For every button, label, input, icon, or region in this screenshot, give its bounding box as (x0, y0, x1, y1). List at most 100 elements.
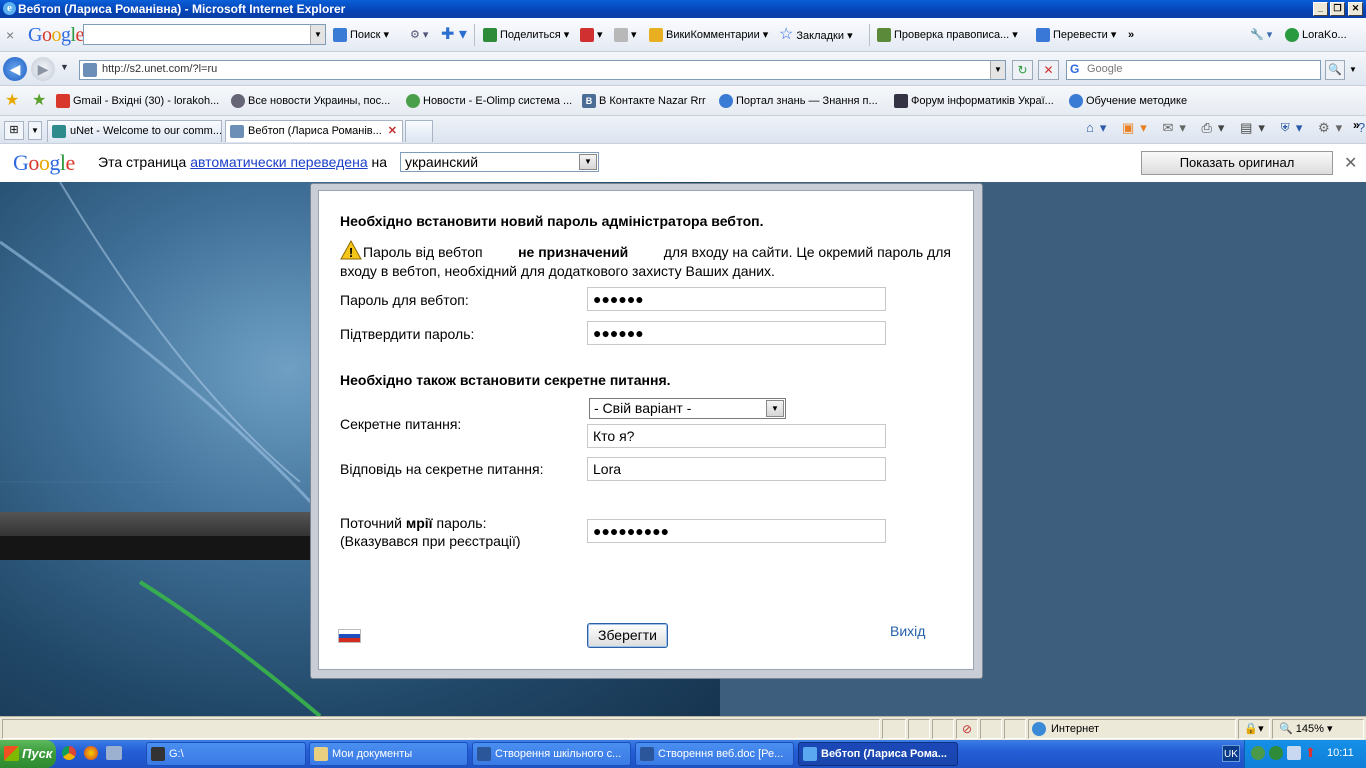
folder-icon (314, 747, 328, 761)
translate-link[interactable]: автоматически переведена (190, 154, 367, 170)
quick-tabs-icon[interactable]: ⊞ (4, 121, 24, 140)
word-icon (477, 747, 491, 761)
system-tray: ⬆ 10:11 (1244, 740, 1366, 768)
mail-icon[interactable]: ✉▾ (1162, 120, 1191, 135)
popup-blocker-icon[interactable]: ▾ (580, 18, 603, 52)
refresh-button[interactable]: ↻ (1012, 60, 1033, 80)
confirm-password-input[interactable]: ●●●●●● (587, 321, 886, 345)
status-bar: ⊘ Интернет 🔒▾ 🔍 145% ▾ (0, 716, 1366, 740)
answer-input[interactable]: Lora (587, 457, 886, 481)
answer-label: Відповідь на секретне питання: (340, 461, 544, 477)
page-menu-icon[interactable]: ▤▾ (1240, 120, 1271, 135)
fav-eolimp[interactable]: Новости - E-Olimp система ... (406, 86, 572, 116)
minimize-button[interactable]: _ (1313, 2, 1328, 16)
add-favorite-icon[interactable]: ★ (32, 86, 46, 116)
feeds-icon[interactable]: ▣▾ (1122, 120, 1153, 135)
fav-vkontakte[interactable]: BВ Контакте Nazar Rrr (582, 86, 706, 116)
tray-icon[interactable] (1269, 746, 1283, 760)
start-button[interactable]: Пуск (0, 740, 56, 768)
spellcheck-button[interactable]: Проверка правописа... ▾ (877, 18, 1018, 52)
chevron-more-icon[interactable]: » (1128, 18, 1134, 52)
russian-flag-icon[interactable] (338, 629, 361, 643)
fav-forum[interactable]: Форум інформатиків Украї... (894, 86, 1054, 116)
fav-portal[interactable]: Портал знань — Знання п... (719, 86, 878, 116)
maximize-button[interactable]: ❐ (1330, 2, 1345, 16)
google-search-input[interactable]: ▼ (83, 24, 326, 45)
back-button[interactable]: ◀ (3, 57, 27, 81)
zoom-control[interactable]: 🔍 145% ▾ (1272, 719, 1364, 739)
apps-icon[interactable]: ⚙ ▾ (410, 18, 428, 52)
search-options-icon[interactable]: ▼ (1349, 65, 1357, 74)
translate-button[interactable]: Перевести ▾ (1036, 18, 1116, 52)
show-original-button[interactable]: Показать оригинал (1141, 151, 1333, 175)
chrome-icon[interactable] (62, 746, 76, 760)
wrench-icon[interactable]: 🔧 ▾ (1250, 18, 1272, 52)
language-indicator[interactable]: UK (1222, 745, 1240, 762)
task-webtop[interactable]: Вебтоп (Лариса Рома... (798, 742, 958, 766)
close-toolbar-icon[interactable]: × (6, 18, 14, 52)
fav-gmail[interactable]: Gmail - Вхідні (30) - lorakoh... (56, 86, 219, 116)
task-drive-g[interactable]: G:\ (146, 742, 306, 766)
confirm-password-label: Підтвердити пароль: (340, 326, 475, 342)
safety-icon[interactable]: ⛨▾ (1281, 120, 1309, 135)
status-cell (882, 719, 906, 739)
address-input[interactable]: http://s2.unet.com/?l=ru ▼ (79, 60, 1006, 80)
address-dropdown-icon[interactable]: ▼ (990, 61, 1005, 79)
save-button[interactable]: Зберегти (587, 623, 668, 648)
plus-icon[interactable]: ✚ ▾ (441, 18, 467, 52)
tray-icon[interactable] (1251, 746, 1265, 760)
quicklaunch-icon[interactable] (84, 746, 98, 760)
secret-question-select[interactable]: - Свій варіант - ▼ (589, 398, 786, 419)
task-word-doc-1[interactable]: Створення шкільного с... (472, 742, 631, 766)
monitor-icon (894, 94, 908, 109)
stop-button[interactable]: ✕ (1038, 60, 1059, 80)
tray-arrow-icon[interactable]: ⬆ (1305, 745, 1316, 761)
navigation-bar: ◀ ▶ ▼ http://s2.unet.com/?l=ru ▼ ↻ ✕ G G… (0, 52, 1366, 86)
note-line-1: Пароль від вебтоп не призначений для вхо… (363, 244, 951, 260)
print-icon[interactable]: ⎙▾ (1202, 120, 1231, 135)
password-input[interactable]: ●●●●●● (587, 287, 886, 311)
close-icon[interactable]: ✕ (1344, 153, 1357, 173)
current-password-input[interactable]: ●●●●●●●●● (587, 519, 886, 543)
status-text (2, 719, 880, 739)
search-box[interactable]: G Google (1066, 60, 1321, 80)
new-tab-button[interactable] (405, 120, 433, 142)
fav-news-ukraine[interactable]: Все новости Украины, пос... (231, 86, 390, 116)
task-word-doc-2[interactable]: Створення веб.doc [Ре... (635, 742, 794, 766)
tab-list-icon[interactable]: ▼ (28, 121, 42, 140)
language-select[interactable]: украинский ▼ (400, 152, 599, 172)
google-search-button[interactable]: Поиск ▾ (333, 18, 389, 52)
tools-icon[interactable]: ⚙▾ (1318, 120, 1348, 135)
favorites-star-icon[interactable]: ★ (5, 86, 19, 116)
tab-close-icon[interactable]: ✕ (388, 121, 397, 141)
favorites-bar: ★ ★ Gmail - Вхідні (30) - lorakoh... Все… (0, 86, 1366, 116)
search-placeholder: Google (1087, 63, 1123, 75)
task-my-documents[interactable]: Мои документы (309, 742, 468, 766)
chevron-more-icon[interactable]: » (1353, 118, 1360, 132)
wiki-comments-button[interactable]: ВикиКомментарии ▾ (649, 18, 768, 52)
ie-icon (803, 747, 817, 761)
privacy-icon[interactable]: ⊘ (956, 719, 978, 739)
protected-mode-icon[interactable]: 🔒▾ (1238, 719, 1270, 739)
tab-webtop[interactable]: Вебтоп (Лариса Романів... ✕ (225, 120, 403, 142)
network-icon[interactable] (1287, 746, 1301, 760)
fav-training[interactable]: Обучение методике (1069, 86, 1187, 116)
share-button[interactable]: Поделиться ▾ (483, 18, 569, 52)
autofill-icon[interactable]: ▾ (614, 18, 637, 52)
page-icon (230, 125, 244, 138)
form-heading-secret: Необхідно також встановити секретне пита… (340, 372, 671, 388)
secret-question-input[interactable]: Кто я? (587, 424, 886, 448)
forward-button[interactable]: ▶ (31, 57, 55, 81)
spellcheck-icon (877, 28, 891, 43)
search-go-icon[interactable]: 🔍 (1325, 60, 1345, 80)
bookmarks-button[interactable]: ☆ Закладки ▾ (779, 18, 853, 52)
exit-link[interactable]: Вихід (890, 623, 925, 639)
history-dropdown-icon[interactable]: ▼ (60, 62, 69, 72)
quicklaunch-icon[interactable] (106, 746, 122, 760)
account-button[interactable]: LoraKo... (1285, 18, 1347, 52)
status-cell (980, 719, 1002, 739)
close-button[interactable]: ✕ (1348, 2, 1363, 16)
home-icon[interactable]: ⌂▾ (1086, 120, 1112, 135)
tab-unet[interactable]: uNet - Welcome to our comm... (47, 120, 222, 142)
status-cell (908, 719, 930, 739)
